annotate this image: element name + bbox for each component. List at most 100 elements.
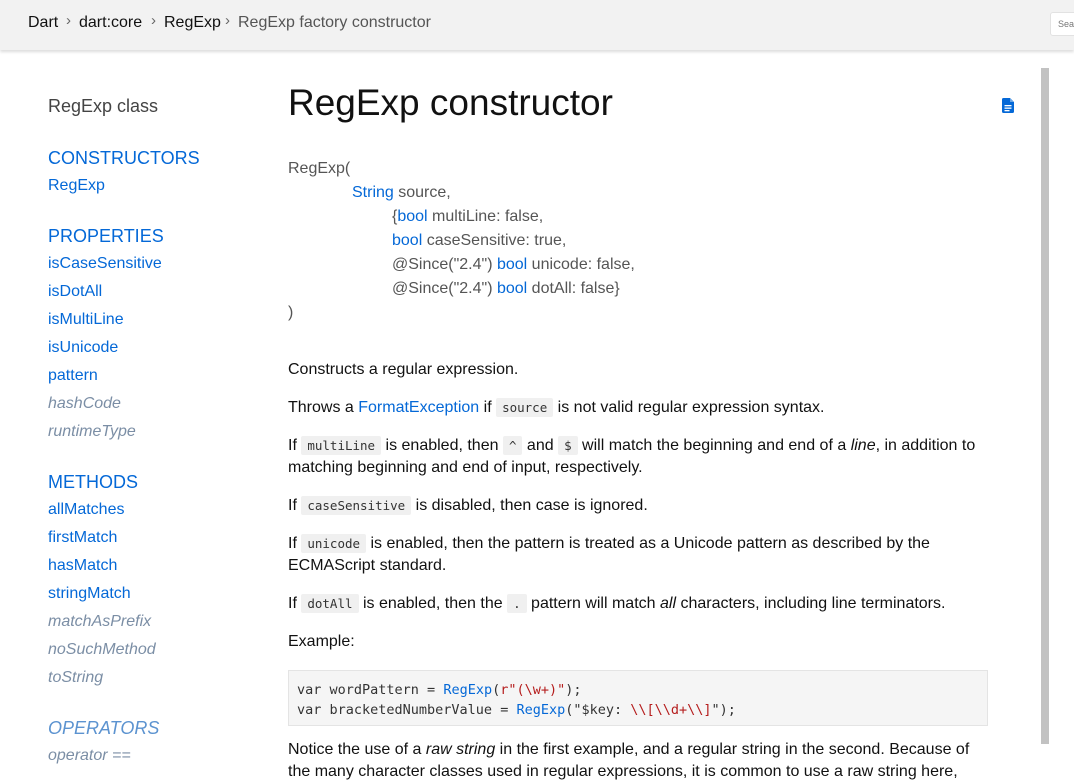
type-link-bool[interactable]: bool bbox=[497, 280, 527, 297]
description-dotall: If dotAll is enabled, then the . pattern… bbox=[288, 593, 988, 615]
signature-param-source: String source, bbox=[352, 184, 451, 202]
page-title: RegExp constructor bbox=[288, 82, 613, 123]
sidebar-heading-properties[interactable]: PROPERTIES bbox=[48, 226, 164, 247]
text: is not valid regular expression syntax. bbox=[553, 399, 825, 416]
example-label: Example: bbox=[288, 633, 355, 650]
chevron-right-icon: › bbox=[66, 12, 71, 29]
code-text: "); bbox=[711, 702, 736, 718]
sidebar-heading-operators[interactable]: OPERATORS bbox=[48, 718, 159, 739]
chevron-right-icon: › bbox=[151, 12, 156, 29]
text: is enabled, then the pattern is treated … bbox=[288, 535, 930, 574]
sidebar-heading-constructors[interactable]: CONSTRUCTORS bbox=[48, 148, 200, 169]
inline-code: source bbox=[496, 398, 554, 417]
text: and bbox=[522, 437, 559, 454]
code-line-2: var bracketedNumberValue = RegExp("$key:… bbox=[297, 702, 736, 718]
inline-code: $ bbox=[558, 436, 578, 455]
text: characters, including line terminators. bbox=[676, 595, 946, 612]
sidebar-item-operator-equals[interactable]: operator == bbox=[48, 747, 131, 765]
emphasis: raw string bbox=[425, 741, 496, 758]
code-class: RegExp bbox=[443, 682, 493, 698]
emphasis: line bbox=[850, 437, 876, 454]
signature-param-multiline: {bool multiLine: false, bbox=[392, 208, 543, 226]
param-text: unicode: false, bbox=[527, 256, 635, 273]
text: Throws a bbox=[288, 399, 359, 416]
signature-close: ) bbox=[288, 304, 294, 321]
code-text: ("$key: bbox=[565, 702, 631, 718]
description-multiline: If multiLine is enabled, then ^ and $ wi… bbox=[288, 435, 988, 479]
code-class: RegExp bbox=[516, 702, 566, 718]
type-link-bool[interactable]: bool bbox=[497, 256, 527, 273]
description-casesensitive: If caseSensitive is disabled, then case … bbox=[288, 495, 988, 517]
sidebar-item-isdotall[interactable]: isDotAll bbox=[48, 283, 102, 301]
param-text: multiLine: false, bbox=[427, 208, 544, 225]
param-text: caseSensitive: true, bbox=[422, 232, 567, 249]
text: is enabled, then the bbox=[358, 595, 508, 612]
param-text: dotAll: false} bbox=[527, 280, 620, 297]
code-text: var wordPattern = bbox=[297, 682, 444, 698]
code-text: ( bbox=[492, 682, 501, 698]
sidebar-class-title: RegExp class bbox=[48, 96, 159, 116]
param-annotation: @Since("2.4") bbox=[392, 280, 497, 297]
text: will match the beginning and end of a bbox=[577, 437, 851, 454]
description-summary: Constructs a regular expression. bbox=[288, 361, 519, 378]
code-string: \\[\\d+\\] bbox=[630, 702, 712, 718]
text: If bbox=[288, 437, 302, 454]
description-unicode: If unicode is enabled, then the pattern … bbox=[288, 533, 988, 577]
type-link-string[interactable]: String bbox=[352, 184, 394, 201]
sidebar-item-stringmatch[interactable]: stringMatch bbox=[48, 585, 131, 603]
inline-code: . bbox=[507, 594, 527, 613]
signature-open: RegExp( bbox=[288, 160, 351, 177]
text: pattern will match bbox=[526, 595, 660, 612]
inline-code: dotAll bbox=[301, 594, 359, 613]
param-annotation: @Since("2.4") bbox=[392, 256, 497, 273]
scrollbar[interactable] bbox=[1041, 68, 1049, 744]
sidebar-item-pattern[interactable]: pattern bbox=[48, 367, 98, 385]
param-text: source, bbox=[393, 184, 451, 201]
sidebar-item-regexp[interactable]: RegExp bbox=[48, 177, 105, 195]
chevron-right-icon: › bbox=[225, 12, 230, 29]
text: If bbox=[288, 595, 302, 612]
text: if bbox=[479, 399, 497, 416]
text: Notice the use of a bbox=[288, 741, 426, 758]
text: is disabled, then case is ignored. bbox=[411, 497, 648, 514]
sidebar-item-ismultiline[interactable]: isMultiLine bbox=[48, 311, 124, 329]
top-bar: Dart › dart:core › RegExp › RegExp facto… bbox=[0, 0, 1074, 50]
inline-code: unicode bbox=[301, 534, 367, 553]
sidebar-item-allmatches[interactable]: allMatches bbox=[48, 501, 124, 519]
description-raw-string: Notice the use of a raw string in the fi… bbox=[288, 739, 988, 783]
sidebar-item-iscasesensitive[interactable]: isCaseSensitive bbox=[48, 255, 162, 273]
breadcrumb-dart-core[interactable]: dart:core bbox=[79, 14, 142, 32]
description-throws: Throws a FormatException if source is no… bbox=[288, 397, 988, 419]
inline-code: caseSensitive bbox=[301, 496, 412, 515]
type-link-bool[interactable]: bool bbox=[392, 232, 422, 249]
code-line-1: var wordPattern = RegExp(r"(\w+)"); bbox=[297, 682, 582, 698]
sidebar-item-firstmatch[interactable]: firstMatch bbox=[48, 529, 117, 547]
inline-code: multiLine bbox=[301, 436, 382, 455]
document-icon[interactable] bbox=[1002, 98, 1014, 113]
inline-code: ^ bbox=[502, 436, 523, 455]
formatexception-link[interactable]: FormatException bbox=[358, 399, 479, 416]
sidebar-item-isunicode[interactable]: isUnicode bbox=[48, 339, 118, 357]
code-text: var bracketedNumberValue = bbox=[297, 702, 517, 718]
text: is enabled, then bbox=[381, 437, 503, 454]
emphasis: all bbox=[659, 595, 676, 612]
breadcrumb-regexp[interactable]: RegExp bbox=[164, 14, 221, 32]
code-text: ); bbox=[565, 682, 582, 698]
signature-param-dotall: @Since("2.4") bool dotAll: false} bbox=[392, 280, 620, 298]
sidebar-item-nosuchmethod[interactable]: noSuchMethod bbox=[48, 641, 156, 659]
breadcrumb-current: RegExp factory constructor bbox=[238, 14, 431, 31]
text: If bbox=[288, 497, 302, 514]
sidebar-item-tostring[interactable]: toString bbox=[48, 669, 103, 687]
search-input[interactable]: Search bbox=[1050, 12, 1074, 36]
sidebar-item-hashcode[interactable]: hashCode bbox=[48, 395, 121, 413]
sidebar-item-runtimetype[interactable]: runtimeType bbox=[48, 423, 136, 441]
sidebar-item-matchasprefix[interactable]: matchAsPrefix bbox=[48, 613, 151, 631]
type-link-bool[interactable]: bool bbox=[397, 208, 427, 225]
signature-param-unicode: @Since("2.4") bool unicode: false, bbox=[392, 256, 635, 274]
sidebar-item-hasmatch[interactable]: hasMatch bbox=[48, 557, 117, 575]
sidebar-heading-methods[interactable]: METHODS bbox=[48, 472, 138, 493]
text: If bbox=[288, 535, 302, 552]
code-example: var wordPattern = RegExp(r"(\w+)"); var … bbox=[288, 670, 988, 726]
signature-param-casesensitive: bool caseSensitive: true, bbox=[392, 232, 566, 250]
breadcrumb-dart[interactable]: Dart bbox=[28, 14, 58, 32]
